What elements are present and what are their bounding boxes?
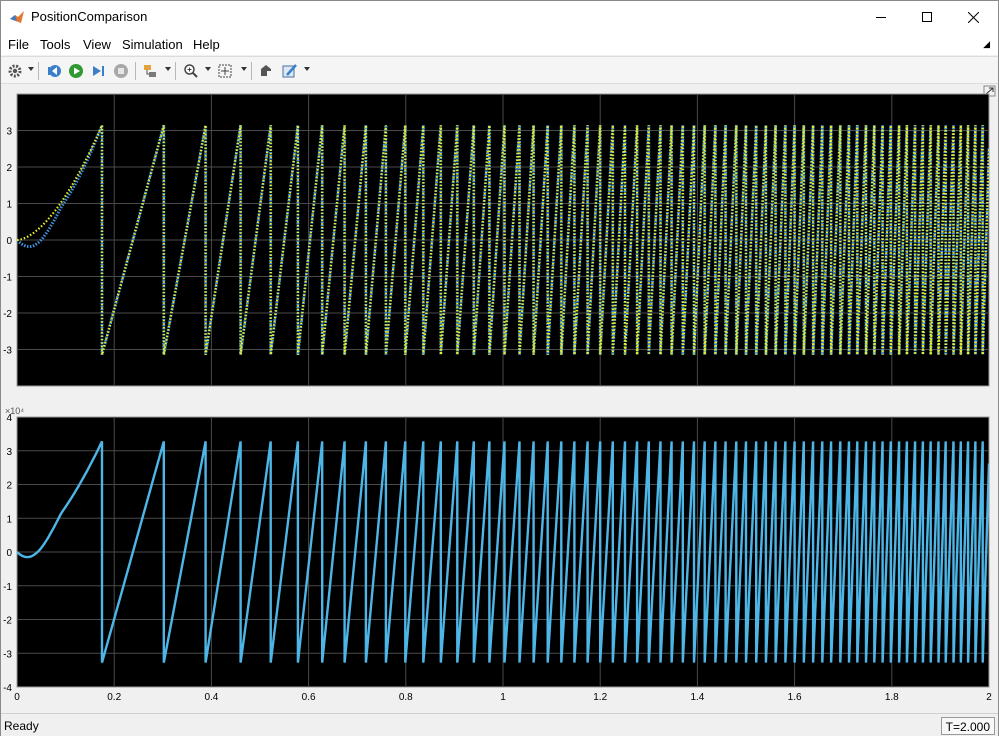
- fit-dropdown-icon[interactable]: [241, 67, 247, 71]
- y-tick-label: 2: [6, 481, 12, 492]
- style-dropdown-icon[interactable]: [304, 67, 310, 71]
- style-icon: [282, 64, 297, 78]
- title-bar: PositionComparison: [1, 1, 998, 33]
- x-tick-label: 0.2: [107, 692, 121, 703]
- x-tick-label: 0.8: [399, 692, 413, 703]
- fit-to-view-button[interactable]: [215, 61, 235, 81]
- maximize-icon: [922, 12, 932, 22]
- restore-view-icon: [261, 65, 271, 76]
- y-tick-label: -2: [3, 616, 12, 627]
- run-icon: [69, 64, 83, 78]
- y-tick-label: 2: [6, 163, 12, 174]
- highlight-dropdown-icon[interactable]: [165, 67, 171, 71]
- x-tick-label: 0: [14, 692, 20, 703]
- menu-bar: File Tools View Simulation Help ◢: [1, 33, 998, 55]
- y-tick-label: -3: [3, 346, 12, 357]
- app-window: PositionComparison File Tools View Simul…: [0, 0, 999, 736]
- x-tick-label: 1.4: [690, 692, 704, 703]
- y-tick-label: 0: [6, 548, 12, 559]
- y-tick-label: 0: [6, 236, 12, 247]
- y-tick-label: 1: [6, 200, 12, 211]
- x-tick-label: 0.6: [302, 692, 316, 703]
- simulation-time: T=2.000: [940, 717, 995, 735]
- y-tick-label: -1: [3, 582, 12, 593]
- zoom-icon: [184, 64, 198, 78]
- window-title: PositionComparison: [31, 9, 148, 24]
- matlab-logo-icon: [10, 11, 24, 23]
- x-tick-label: 2: [986, 692, 992, 703]
- x-tick-label: 1: [500, 692, 506, 703]
- menu-help[interactable]: Help: [193, 37, 220, 52]
- zoom-button[interactable]: [181, 61, 201, 81]
- status-bar: Ready T=2.000: [1, 713, 998, 736]
- settings-button[interactable]: [5, 61, 25, 81]
- y-tick-label: 3: [6, 127, 12, 138]
- minimize-button[interactable]: [858, 1, 904, 33]
- status-text: Ready: [4, 719, 39, 733]
- settings-dropdown-icon[interactable]: [28, 67, 34, 71]
- highlight-signal-button[interactable]: [141, 61, 161, 81]
- stop-button[interactable]: [111, 61, 131, 81]
- y-tick-label: -3: [3, 649, 12, 660]
- menu-view[interactable]: View: [83, 37, 111, 52]
- y-tick-label: -4: [3, 683, 12, 694]
- fit-to-view-icon: [218, 64, 232, 78]
- highlight-signal-icon: [144, 65, 156, 77]
- x-tick-label: 0.4: [204, 692, 218, 703]
- dock-arrow-icon[interactable]: ◢: [983, 39, 990, 50]
- minimize-icon: [876, 16, 886, 18]
- step-forward-icon: [93, 66, 104, 76]
- x-tick-label: 1.2: [593, 692, 607, 703]
- stop-icon: [114, 64, 128, 78]
- step-back-icon: [48, 65, 61, 77]
- menu-simulation[interactable]: Simulation: [122, 37, 183, 52]
- y-tick-label: 1: [6, 514, 12, 525]
- x-tick-label: 1.8: [885, 692, 899, 703]
- y-tick-label: -1: [3, 273, 12, 284]
- toolbar: [1, 56, 998, 84]
- close-button[interactable]: [950, 1, 996, 33]
- zoom-dropdown-icon[interactable]: [205, 67, 211, 71]
- run-button[interactable]: [66, 61, 86, 81]
- menu-file[interactable]: File: [8, 37, 29, 52]
- restore-view-button[interactable]: [256, 61, 276, 81]
- x-tick-label: 1.6: [788, 692, 802, 703]
- step-back-button[interactable]: [44, 61, 64, 81]
- menu-tools[interactable]: Tools: [40, 37, 70, 52]
- scope-display[interactable]: -3-2-10123-4-3-2-101234×10⁴0 0.2 0.4 0.6 0.8…: [1, 85, 998, 712]
- y-tick-label: 3: [6, 447, 12, 458]
- scope-plot-area: -3 -2 -1 0 1 2 3 -4 -3 -2 -1 0 1 2 3 4 ×10⁴ 0 0.2 0.4 0.6 0.8…: [1, 85, 998, 712]
- close-icon: [967, 11, 979, 23]
- maximize-button[interactable]: [904, 1, 950, 33]
- y-tick-label: -2: [3, 309, 12, 320]
- settings-icon: [8, 64, 22, 78]
- step-forward-button[interactable]: [88, 61, 108, 81]
- style-button[interactable]: [280, 61, 300, 81]
- y-multiplier-label: ×10⁴: [5, 406, 24, 416]
